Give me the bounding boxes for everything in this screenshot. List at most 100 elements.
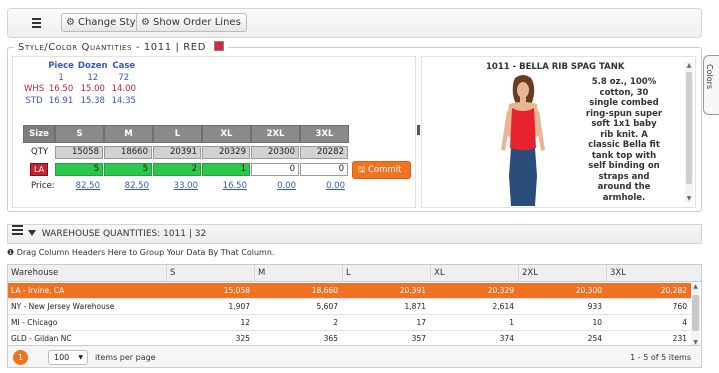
qty-cell-3xl: 231 [672,334,687,343]
price-break-table: Piece Dozen Case 1 12 72 WHS 16.50 15.00… [21,60,139,108]
table-row[interactable]: MI - Chicago 12 2 17 1 10 4 [8,315,691,331]
qty-cell-l: 20,391 [399,286,426,295]
order-input-s[interactable]: 5 [55,163,103,176]
qty-cell-xl: 20,329 [487,286,514,295]
col-header-s[interactable]: S [166,265,254,282]
table-row[interactable]: GLD - Gildan NC 325 365 357 374 254 231 [8,331,691,345]
warehouse-name: NY - New Jersey Warehouse [11,302,115,311]
group-by-hint[interactable]: ❶ Drag Column Headers Here to Group Your… [7,248,274,257]
order-input-l[interactable]: 2 [153,163,201,176]
qty-cell-m: 2 [333,318,338,327]
std-label: STD [25,95,43,106]
qty-s: 15058 [55,146,103,159]
col-header-warehouse[interactable]: Warehouse [8,265,166,282]
qty-cell-xl: 1 [509,318,514,327]
size-col-2xl: 2XL [251,125,300,143]
qty-xl: 20329 [202,146,250,159]
grid-scrollbar[interactable]: ▲ ▼ [691,283,700,345]
change-style-label: Change Style [77,17,145,28]
qty-cell-s: 12 [240,318,250,327]
scroll-down-icon[interactable]: ▼ [691,339,700,345]
qty-cell-2xl: 933 [587,302,602,311]
qty-cell-m: 18,660 [311,286,338,295]
price-header-piece: Piece [48,61,74,71]
warehouse-grid: Warehouse S M L XL 2XL 3XL LA - Irvine, … [7,264,702,346]
col-header-3xl[interactable]: 3XL [606,265,701,282]
page-button-current[interactable]: 1 [13,350,28,365]
qty-cell-xl: 374 [499,334,514,343]
qty-2xl: 20300 [251,146,299,159]
page-size-select[interactable]: 100 ▼ [48,350,88,365]
qty-cell-m: 5,607 [316,302,338,311]
order-input-m[interactable]: 5 [104,163,152,176]
size-header: Size [23,125,55,143]
qty-cell-s: 325 [235,334,250,343]
order-input-xl[interactable]: 1 [202,163,250,176]
price-link-m[interactable]: 82.50 [104,180,152,193]
whs-label: WHS [24,84,45,94]
scroll-up-icon[interactable]: ▲ [691,283,700,290]
toolbar: ⚙ Change Style ⚙ Show Order Lines [7,8,702,38]
price-link-s[interactable]: 82.50 [55,180,103,193]
legend-color-name: RED [183,42,207,53]
qty-cell-3xl: 4 [682,318,687,327]
qty-cell-l: 1,871 [404,302,426,311]
price-header-dozen: Dozen [77,61,108,71]
price-header-case: Case [112,61,136,71]
info-icon: ❶ [7,248,15,257]
col-header-xl[interactable]: XL [430,265,518,282]
legend-prefix: Style/Color Quantities [18,42,133,53]
pager: 1 100 ▼ items per page 1 - 5 of 5 items [7,346,702,368]
price-link-3xl[interactable]: 0.00 [300,180,348,193]
hamburger-menu-icon[interactable] [32,18,41,30]
legend-style: 1011 [143,42,172,53]
std-case: 14.35 [111,95,136,106]
product-image [501,75,545,206]
qty-cell-3xl: 20,282 [660,286,687,295]
scroll-down-icon[interactable]: ▼ [685,195,693,202]
size-entry-panel: Piece Dozen Case 1 12 72 WHS 16.50 15.00… [12,56,416,208]
hamburger-icon[interactable] [12,225,23,237]
col-header-m[interactable]: M [254,265,342,282]
price-row-label: Price: [31,181,55,191]
show-order-lines-button[interactable]: ⚙ Show Order Lines [136,13,247,32]
col-header-l[interactable]: L [342,265,430,282]
qty-row-label: QTY [31,147,49,157]
scroll-up-icon[interactable]: ▲ [685,62,693,69]
table-row[interactable]: LA - Irvine, CA 15,058 18,660 20,391 20,… [8,283,691,299]
order-input-2xl[interactable]: 0 [251,163,299,176]
table-row[interactable]: NY - New Jersey Warehouse 1,907 5,607 1,… [8,299,691,315]
items-per-page-label: items per page [95,353,156,362]
commit-button[interactable]: 🖫 Commit [352,161,411,179]
warehouse-name: MI - Chicago [11,318,58,327]
gear-icon: ⚙ [66,17,75,28]
qty-cell-m: 365 [323,334,338,343]
price-link-l[interactable]: 33.00 [153,180,201,193]
qty-cell-l: 357 [411,334,426,343]
col-header-2xl[interactable]: 2XL [518,265,606,282]
price-qty-piece: 1 [58,72,64,83]
qty-l: 20391 [153,146,201,159]
group-hint-text: Drag Column Headers Here to Group Your D… [16,248,275,257]
qty-cell-2xl: 20,300 [575,286,602,295]
qty-cell-2xl: 10 [592,318,602,327]
whs-dozen: 15.00 [80,84,105,94]
colors-side-tab[interactable]: Colors [703,55,719,115]
price-link-2xl[interactable]: 0.00 [251,180,299,193]
save-icon: 🖫 [358,165,366,175]
qty-cell-xl: 2,614 [492,302,514,311]
filter-icon[interactable] [27,230,36,236]
order-input-3xl[interactable]: 0 [300,163,348,176]
color-swatch [213,41,224,51]
description-scrollbar[interactable]: ▲ ▼ [685,62,693,202]
scrollbar-thumb[interactable] [692,295,699,331]
style-color-legend: Style/Color Quantities - 1011 | RED [14,41,228,53]
std-piece: 16.91 [48,95,74,106]
scrollbar-thumb[interactable] [686,72,692,184]
qty-cell-s: 15,058 [223,286,250,295]
warehouse-name: GLD - Gildan NC [11,334,72,343]
size-col-3xl: 3XL [300,125,349,143]
warehouse-name: LA - Irvine, CA [11,286,65,295]
panel-splitter-handle[interactable] [417,125,420,135]
price-link-xl[interactable]: 16.50 [202,180,250,193]
